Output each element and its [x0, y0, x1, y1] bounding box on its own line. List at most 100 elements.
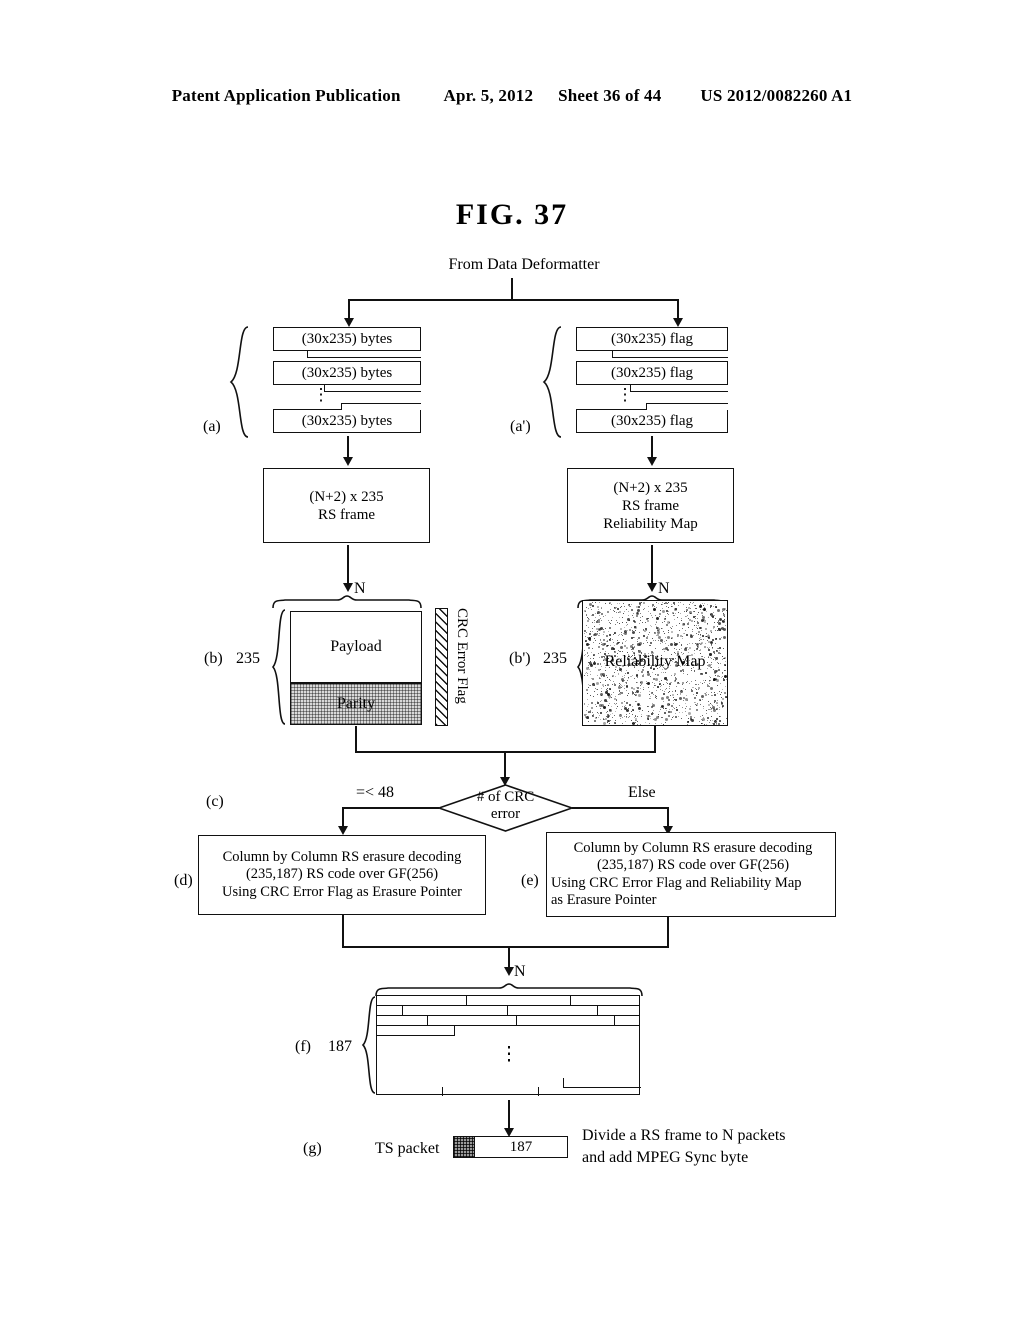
- stage-a-prime-strip-2: (30x235) flag: [576, 361, 728, 385]
- stage-f-seg: [377, 996, 467, 1005]
- connector-frame-to-b: [347, 545, 349, 587]
- stage-a-brace: [229, 326, 249, 438]
- stage-a-prime-frame-line1: (N+2) x 235: [613, 479, 688, 496]
- stage-b-parity-block: Parity: [290, 683, 422, 725]
- stage-a-strip-2: (30x235) bytes: [273, 361, 421, 385]
- stage-b-top-brace: [272, 595, 422, 609]
- stage-b-parity-label: Parity: [336, 695, 376, 712]
- branch-right-label: Else: [628, 784, 656, 801]
- stage-f-seg: [377, 1016, 428, 1025]
- stage-a-strip-3-notch: [341, 403, 421, 410]
- stage-f-seg: [443, 1087, 539, 1096]
- stage-g-note-line1: Divide a RS frame to N packets: [582, 1127, 786, 1144]
- ts-packet-payload: 187: [474, 1136, 568, 1158]
- figure-title: FIG. 37: [455, 198, 569, 231]
- stage-f-block: ⋮: [376, 995, 641, 1096]
- stage-f-seg: [467, 996, 571, 1005]
- stage-f-row-2: [377, 1006, 639, 1016]
- connector-e-down: [667, 917, 669, 947]
- stage-a-tag: (a): [203, 418, 221, 435]
- arrow-to-stage-a-prime: [673, 318, 683, 327]
- stage-f-side-brace: [361, 996, 376, 1094]
- connector-d-down: [342, 915, 344, 947]
- arrow-a-to-frame: [343, 457, 353, 466]
- connector-frame-to-b-prime: [651, 545, 653, 587]
- stage-b-prime-map-label: Reliability Map: [604, 653, 706, 670]
- stage-b-prime-reliability-map-block: Reliability Map: [582, 600, 728, 726]
- arrow-frame-to-b: [343, 583, 353, 592]
- sheet-number: Sheet 36 of 44: [558, 86, 662, 105]
- stage-f-seg: [377, 1006, 403, 1015]
- crc-error-flag-label: CRC Error Flag: [454, 608, 470, 704]
- stage-a-frame-line1: (N+2) x 235: [309, 488, 384, 505]
- stage-e-line1: Column by Column RS erasure decoding: [573, 839, 813, 856]
- stage-a-strip-2-notch: [324, 385, 421, 392]
- arrow-to-stage-a: [344, 318, 354, 327]
- stage-a-rs-frame-box: (N+2) x 235 RS frame: [263, 468, 430, 543]
- stage-d-tag: (d): [174, 872, 193, 889]
- stage-f-rows-label: 187: [328, 1038, 352, 1055]
- stage-a-frame-line2: RS frame: [317, 506, 376, 523]
- stage-a-prime-brace: [542, 326, 562, 438]
- stage-f-seg: [517, 1016, 615, 1025]
- connector-de-merge-bar: [342, 946, 669, 948]
- stage-c-tag: (c): [206, 793, 224, 810]
- stage-f-vertical-dots: ⋮: [499, 1044, 519, 1065]
- stage-d-box: Column by Column RS erasure decoding (23…: [198, 835, 486, 915]
- stage-a-prime-tag: (a'): [510, 418, 531, 435]
- stage-a-prime-strip-3-notch: [646, 403, 728, 410]
- source-label: From Data Deformatter: [448, 256, 600, 273]
- stage-f-row-1: [377, 996, 639, 1006]
- connector-b-prime-down: [654, 726, 656, 752]
- stage-a-strip-1-notch: [307, 351, 421, 358]
- stage-a-prime-strip-2-notch: [630, 385, 728, 392]
- stage-f-row-4: [377, 1026, 455, 1036]
- connector-b-down: [355, 726, 357, 752]
- stage-a-prime-vertical-dots: ⋮: [616, 385, 634, 404]
- stage-a-prime-strip-1: (30x235) flag: [576, 327, 728, 351]
- stage-e-box: Column by Column RS erasure decoding (23…: [546, 832, 836, 917]
- stage-d-line3: Using CRC Error Flag as Erasure Pointer: [221, 883, 463, 900]
- stage-b-side-brace: [271, 609, 286, 725]
- branch-left-label: =< 48: [356, 784, 395, 801]
- stage-a-prime-strip-1-notch: [612, 351, 728, 358]
- connector-fanout-bar: [348, 299, 678, 301]
- patent-number: US 2012/0082260 A1: [700, 86, 853, 105]
- stage-b-prime-tag: (b'): [509, 650, 531, 667]
- decision-line1: # of CRC: [476, 789, 535, 805]
- stage-b-tag: (b): [204, 650, 223, 667]
- page-header: Patent Application Publication Apr. 5, 2…: [0, 86, 1024, 106]
- arrow-a-prime-to-frame: [647, 457, 657, 466]
- publication-label: Patent Application Publication: [171, 86, 401, 105]
- stage-b-prime-rows-label: 235: [543, 650, 567, 667]
- crc-error-flag-bar: [435, 608, 448, 726]
- stage-f-seg: [428, 1016, 517, 1025]
- arrow-to-stage-f: [504, 967, 514, 976]
- stage-f-row-n: [377, 1087, 639, 1096]
- stage-e-line4: as Erasure Pointer: [551, 891, 657, 908]
- stage-b-rows-label: 235: [236, 650, 260, 667]
- stage-f-tag: (f): [295, 1038, 311, 1055]
- stage-a-prime-frame-line2: RS frame: [621, 497, 680, 514]
- stage-g-tag: (g): [303, 1140, 322, 1157]
- stage-f-row-3: [377, 1016, 639, 1026]
- stage-g-note-line2: and add MPEG Sync byte: [582, 1149, 749, 1166]
- stage-a-strip-1: (30x235) bytes: [273, 327, 421, 351]
- stage-a-vertical-dots: ⋮: [312, 385, 330, 404]
- ts-packet-sync-byte: [453, 1136, 475, 1158]
- connector-branch-right: [572, 807, 669, 809]
- ts-packet-label: TS packet: [375, 1140, 440, 1157]
- stage-d-line1: Column by Column RS erasure decoding: [222, 848, 462, 865]
- connector-branch-left: [342, 807, 439, 809]
- stage-f-seg: [508, 1006, 598, 1015]
- stage-b-payload-label: Payload: [330, 638, 382, 655]
- publication-date: Apr. 5, 2012: [443, 86, 534, 105]
- stage-f-seg: [377, 1087, 443, 1096]
- stage-a-prime-frame-line3: Reliability Map: [603, 515, 698, 532]
- stage-a-strip-3: (30x235) bytes: [273, 409, 421, 433]
- stage-d-line2: (235,187) RS code over GF(256): [245, 866, 439, 883]
- connector-source-stem: [511, 278, 513, 300]
- stage-e-line3: Using CRC Error Flag and Reliability Map: [551, 874, 802, 891]
- stage-b-payload-block: Payload: [290, 611, 422, 683]
- arrow-frame-to-b-prime: [647, 583, 657, 592]
